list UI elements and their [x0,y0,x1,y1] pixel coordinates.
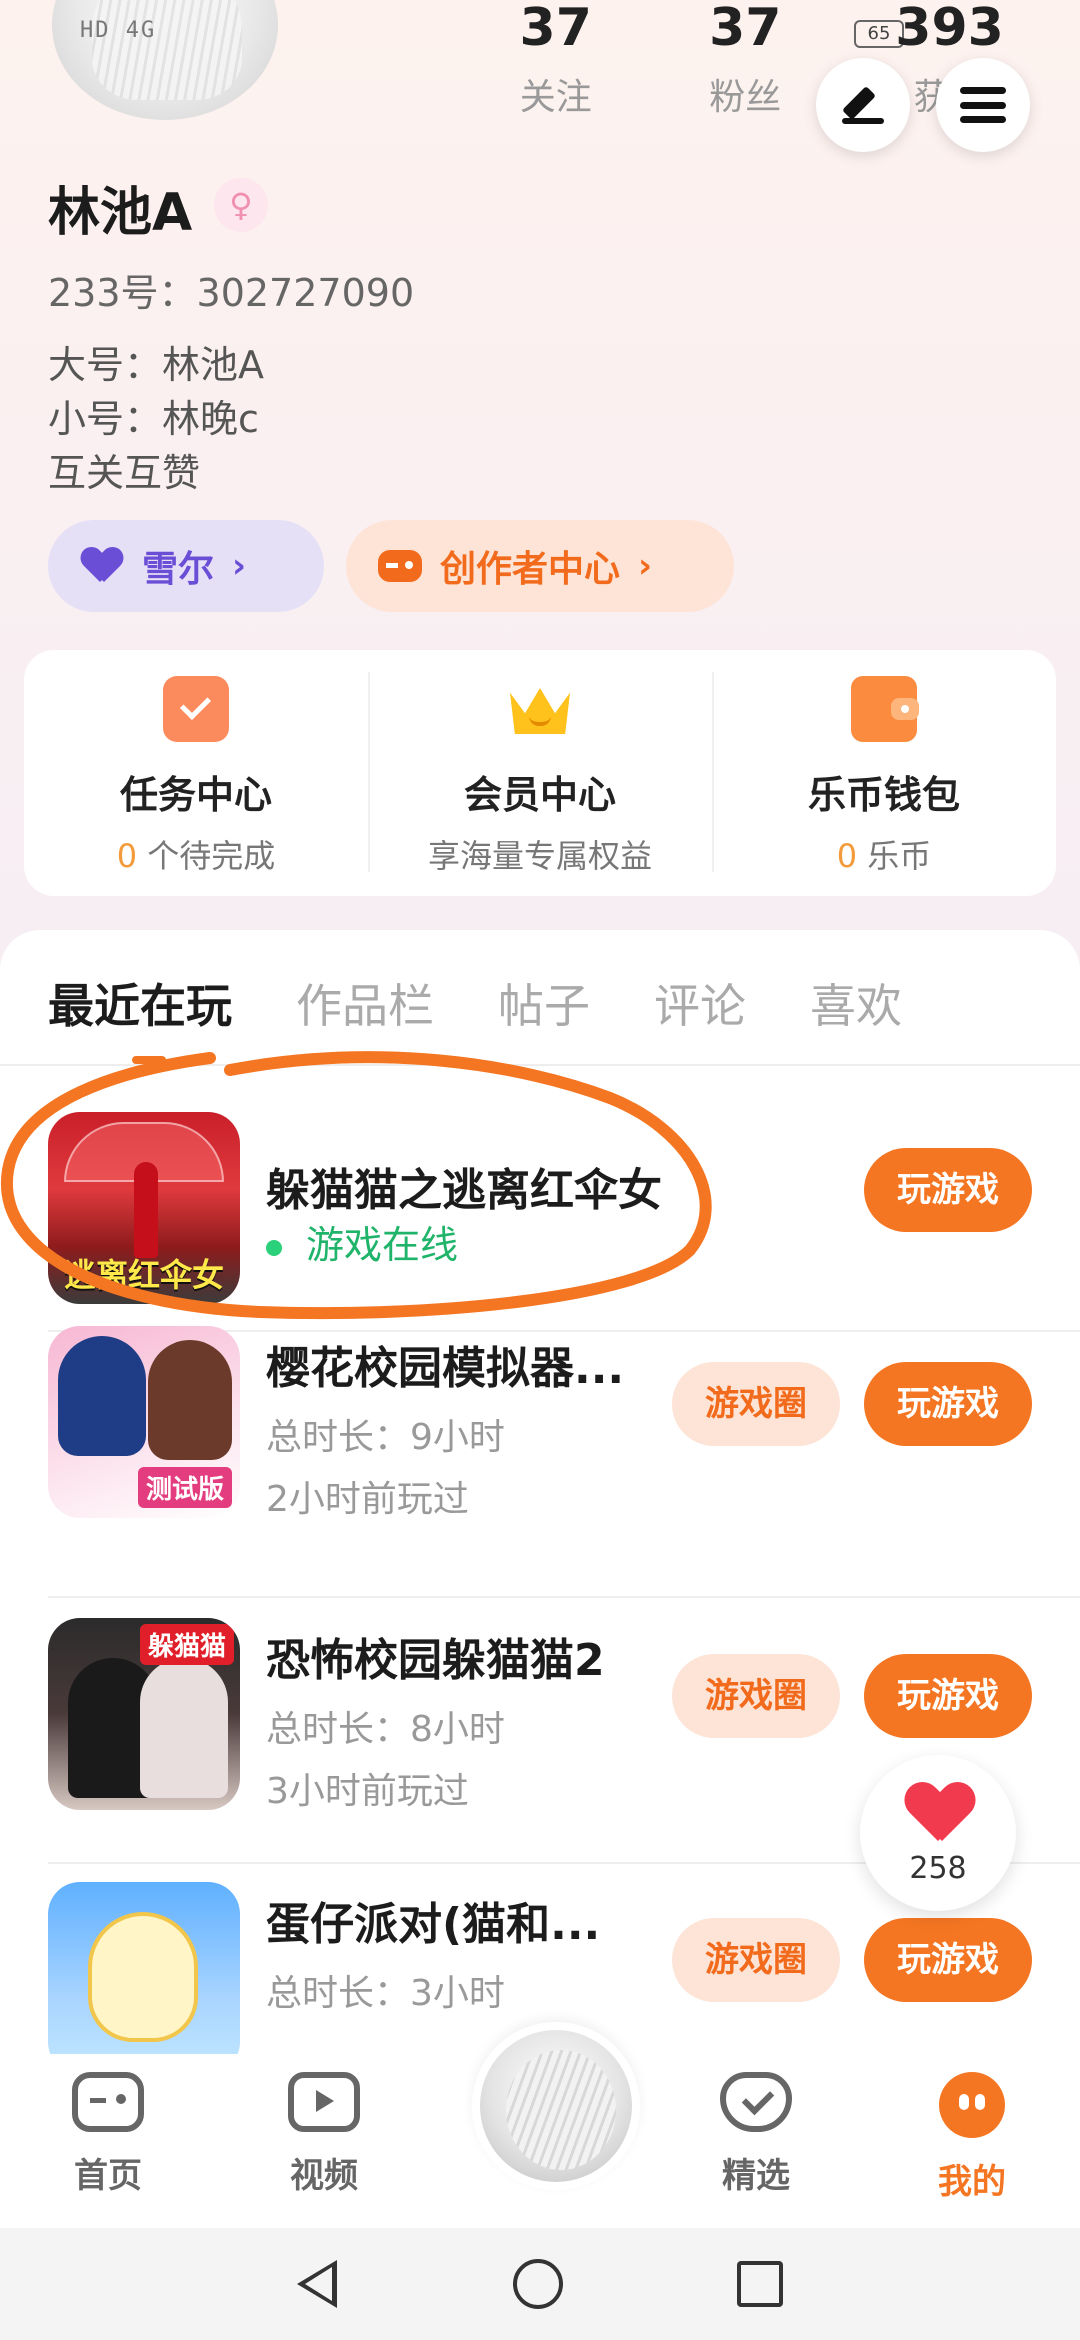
xueer-label: 雪尔 [142,549,215,590]
stat-following-label: 关注 [519,77,592,118]
stat-following-count: 37 [519,0,592,58]
service-task-center[interactable]: 任务中心 0 个待完成 [24,650,368,896]
game-icon-caption: 测试版 [137,1467,232,1508]
username: 林池A [48,183,193,243]
stat-followers-count: 37 [709,0,782,58]
service-subtitle: 享海量专属权益 [427,837,652,875]
game-icon: 躲猫猫 [48,1618,240,1810]
nav-featured[interactable]: 精选 [648,2054,864,2228]
nav-label: 我的 [938,2162,1006,2202]
nav-mine[interactable]: 我的 [864,2054,1080,2228]
divider [48,1596,1080,1598]
stat-following[interactable]: 37 关注 [470,0,641,120]
nav-video[interactable]: 视频 [216,2054,432,2228]
gamepad-icon [378,548,422,584]
like-count: 258 [909,1851,967,1886]
heart-icon [906,1783,970,1841]
game-icon [48,1882,240,2060]
crown-icon [507,676,573,742]
creator-center-chip[interactable]: 创作者中心 › [346,520,734,612]
nav-center-avatar[interactable] [432,2022,648,2228]
service-wallet[interactable]: 乐币钱包 0 乐币 [712,650,1056,896]
service-subtitle: 0 乐币 [836,837,932,875]
edit-profile-button[interactable] [816,58,910,152]
game-circle-button[interactable]: 游戏圈 [672,1362,840,1446]
nav-label: 首页 [74,2156,142,2196]
bio-line: 互关互赞 [48,451,201,495]
tab-recently-played[interactable]: 最近在玩 [48,970,232,1064]
female-icon: ♀ [214,178,268,232]
play-game-button[interactable]: 玩游戏 [864,1362,1032,1446]
wallet-icon [851,676,919,742]
game-name: 恐怖校园躲猫猫2 [266,1635,605,1686]
chevron-right-icon: › [638,546,653,586]
game-last-played: 3小时前玩过 [266,1771,469,1812]
stat-likes-count: 393 [895,0,1004,58]
network-status-icon: HD 4G [80,18,157,43]
tab-posts[interactable]: 帖子 [498,970,590,1036]
profile-tabs: 最近在玩 作品栏 帖子 评论 喜欢 [48,970,966,1064]
nav-label: 精选 [722,2156,790,2196]
service-subtitle: 0 个待完成 [116,837,276,875]
like-button[interactable]: 258 [860,1755,1016,1911]
play-game-button[interactable]: 玩游戏 [864,1918,1032,2002]
service-title: 乐币钱包 [807,773,960,817]
nav-home[interactable]: 首页 [0,2054,216,2228]
service-title: 会员中心 [463,773,616,817]
game-circle-button[interactable]: 游戏圈 [672,1918,840,2002]
tab-works[interactable]: 作品栏 [296,970,434,1036]
task-calendar-icon [163,676,229,742]
avatar [472,2022,640,2190]
game-name: 蛋仔派对(猫和... [266,1899,601,1950]
game-duration: 总时长：8小时 [266,1709,505,1750]
menu-button[interactable] [936,58,1030,152]
face-icon [939,2072,1005,2138]
creator-center-label: 创作者中心 [440,549,621,590]
services-card: 任务中心 0 个待完成 会员中心 享海量专属权益 乐币钱包 0 乐币 [24,650,1056,896]
bio: 大号：林池A 小号：林晚c 互关互赞 [48,338,264,500]
tab-comments[interactable]: 评论 [654,970,746,1036]
heart-icon [80,548,124,584]
chevron-right-icon: › [232,546,247,586]
pencil-icon [842,84,884,126]
heart-shield-icon [720,2072,792,2132]
service-title: 任务中心 [119,773,272,817]
annotation-circle [0,1051,712,1320]
game-duration: 总时长：3小时 [266,1973,505,2014]
game-icon-caption: 躲猫猫 [139,1624,234,1665]
game-duration: 总时长：9小时 [266,1417,505,1458]
recent-apps-square-icon[interactable] [737,2261,783,2307]
hamburger-menu-icon [960,87,1006,123]
play-game-button[interactable]: 玩游戏 [864,1148,1032,1232]
play-game-button[interactable]: 玩游戏 [864,1654,1032,1738]
user-id: 233号：302727090 [48,271,415,315]
video-play-icon [288,2072,360,2132]
game-circle-button[interactable]: 游戏圈 [672,1654,840,1738]
gamepad-icon [72,2072,144,2132]
xueer-chip[interactable]: 雪尔 › [48,520,324,612]
home-circle-icon[interactable] [513,2259,563,2309]
bottom-nav: 首页 视频 精选 我的 [0,2022,1080,2228]
bio-line: 大号：林池A [48,343,264,387]
game-row[interactable]: 测试版 樱花校园模拟器... 总时长：9小时 2小时前玩过 游戏圈 玩游戏 [0,1326,1080,1596]
service-member-center[interactable]: 会员中心 享海量专属权益 [368,650,712,896]
game-last-played: 2小时前玩过 [266,1479,469,1520]
tab-likes[interactable]: 喜欢 [810,970,902,1036]
nav-label: 视频 [290,2156,358,2196]
avatar-image [92,0,242,100]
bio-line: 小号：林晚c [48,397,259,441]
system-nav-bar [0,2228,1080,2340]
